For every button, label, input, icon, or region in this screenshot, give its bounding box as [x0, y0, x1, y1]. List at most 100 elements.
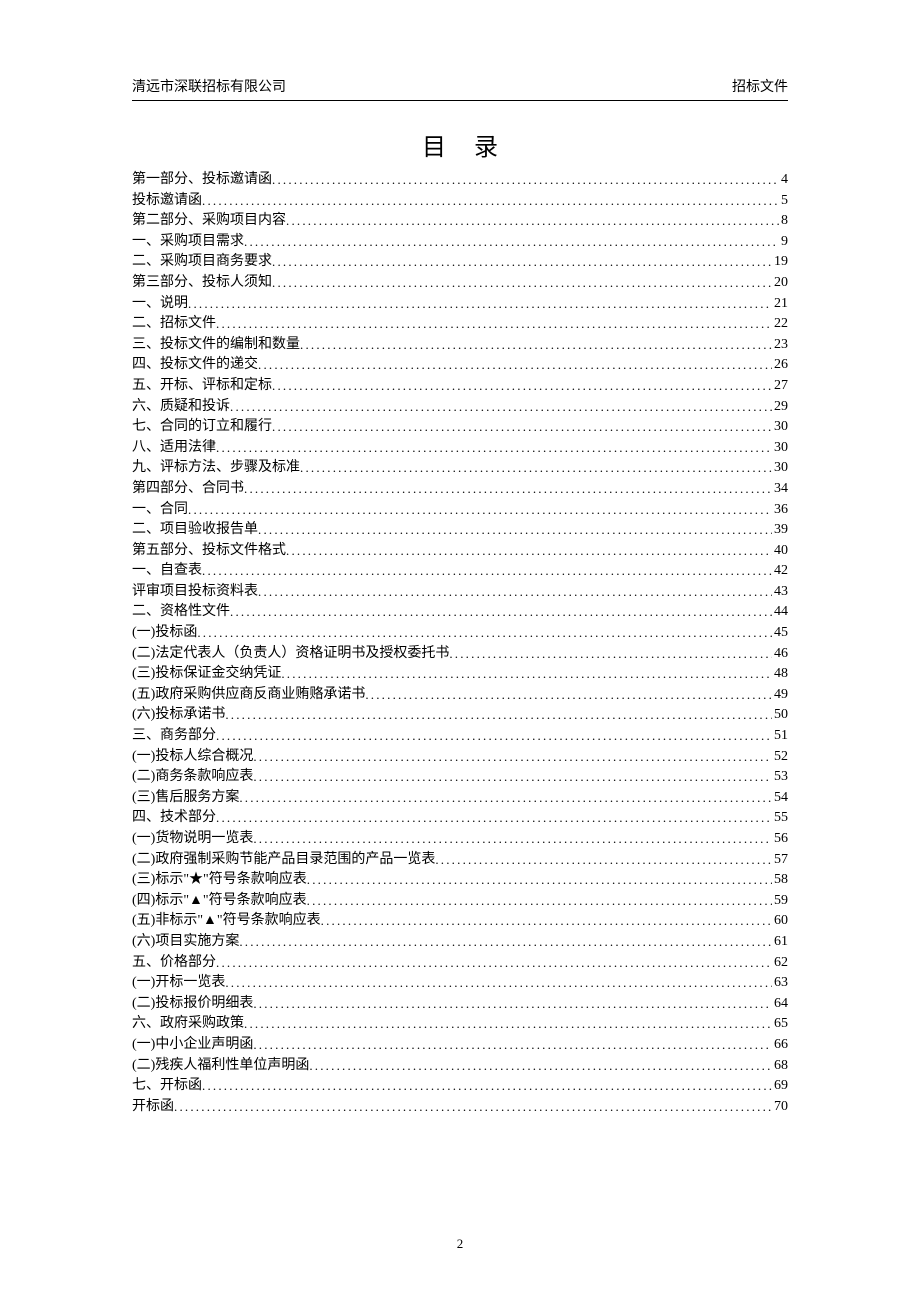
toc-entry-page: 54	[772, 791, 788, 805]
toc-entry-page: 64	[772, 997, 788, 1011]
toc-leader-dots	[244, 1017, 772, 1030]
toc-row: 投标邀请函 5	[132, 193, 788, 208]
toc-row: (四)标示"▲"符号条款响应表59	[132, 893, 788, 908]
toc-leader-dots	[309, 1059, 772, 1072]
toc-entry-label: (一)投标人综合概况	[132, 750, 253, 764]
toc-entry-label: (六)投标承诺书	[132, 708, 225, 722]
toc-leader-dots	[244, 482, 772, 495]
toc-entry-label: (三)标示"★"符号条款响应表	[132, 873, 307, 887]
toc-row: (一)开标一览表63	[132, 975, 788, 990]
header-doc-type: 招标文件	[732, 76, 788, 96]
toc-row: 第一部分、投标邀请函4	[132, 172, 788, 187]
toc-leader-dots	[202, 1079, 772, 1092]
toc-entry-label: 五、价格部分	[132, 956, 216, 970]
toc-row: 第四部分、合同书34	[132, 481, 788, 496]
toc-leader-dots	[188, 503, 772, 516]
toc-row: (三)投标保证金交纳凭证48	[132, 666, 788, 681]
toc-leader-dots	[435, 853, 772, 866]
toc-leader-dots	[253, 832, 772, 845]
page-number: 2	[457, 1236, 464, 1251]
toc-entry-page: 45	[772, 626, 788, 640]
toc-row: (二)政府强制采购节能产品目录范围的产品一览表 57	[132, 852, 788, 867]
toc-entry-page: 43	[772, 585, 788, 599]
toc-row: (五)非标示"▲"符号条款响应表60	[132, 913, 788, 928]
toc-leader-dots	[225, 976, 772, 989]
toc-entry-page: 36	[772, 503, 788, 517]
header-company: 清远市深联招标有限公司	[132, 76, 286, 96]
toc-leader-dots	[365, 688, 772, 701]
toc-entry-label: (二)商务条款响应表	[132, 770, 253, 784]
toc-entry-page: 39	[772, 523, 788, 537]
toc-row: 开标函70	[132, 1099, 788, 1114]
toc-entry-label: (一)投标函	[132, 626, 197, 640]
toc-leader-dots	[300, 461, 772, 474]
toc-title: 目录	[132, 127, 788, 162]
toc-row: 一、自查表42	[132, 563, 788, 578]
toc-row: (一)货物说明一览表56	[132, 831, 788, 846]
toc-entry-label: (二)残疾人福利性单位声明函	[132, 1059, 309, 1073]
toc-row: (二)商务条款响应表 53	[132, 769, 788, 784]
toc-entry-page: 57	[772, 853, 788, 867]
table-of-contents: 第一部分、投标邀请函4 投标邀请函 5 第二部分、采购项目内容 8 一、采购项目需求 9 二、…	[132, 172, 788, 1114]
toc-leader-dots	[253, 1038, 772, 1051]
toc-entry-page: 30	[772, 420, 788, 434]
toc-entry-label: 一、合同	[132, 503, 188, 517]
toc-leader-dots	[258, 585, 772, 598]
toc-row: 一、说明21	[132, 296, 788, 311]
toc-leader-dots	[272, 173, 779, 186]
toc-entry-page: 20	[772, 276, 788, 290]
toc-entry-label: 二、采购项目商务要求	[132, 255, 272, 269]
toc-row: 四、技术部分55	[132, 810, 788, 825]
toc-entry-page: 53	[772, 770, 788, 784]
toc-entry-page: 40	[772, 544, 788, 558]
toc-row: (一)中小企业声明函66	[132, 1037, 788, 1052]
toc-row: (一)投标人综合概况52	[132, 749, 788, 764]
toc-leader-dots	[281, 667, 772, 680]
toc-entry-page: 30	[772, 441, 788, 455]
toc-row: 评审项目投标资料表 43	[132, 584, 788, 599]
toc-row: 二、招标文件22	[132, 316, 788, 331]
page-footer: 2	[0, 1236, 920, 1252]
toc-row: 六、质疑和投诉29	[132, 399, 788, 414]
toc-entry-label: 一、采购项目需求	[132, 235, 244, 249]
toc-entry-page: 55	[772, 811, 788, 825]
toc-entry-label: 投标邀请函	[132, 194, 202, 208]
toc-entry-label: 二、资格性文件	[132, 605, 230, 619]
toc-leader-dots	[216, 441, 772, 454]
toc-leader-dots	[230, 400, 772, 413]
toc-leader-dots	[258, 358, 772, 371]
toc-row: 第三部分、投标人须知20	[132, 275, 788, 290]
toc-row: 六、政府采购政策65	[132, 1016, 788, 1031]
toc-leader-dots	[239, 935, 772, 948]
toc-entry-page: 61	[772, 935, 788, 949]
toc-entry-page: 26	[772, 358, 788, 372]
toc-entry-label: 七、开标函	[132, 1079, 202, 1093]
toc-leader-dots	[449, 647, 772, 660]
toc-leader-dots	[174, 1100, 772, 1113]
toc-entry-page: 23	[772, 338, 788, 352]
toc-row: 八、适用法律30	[132, 440, 788, 455]
toc-entry-page: 27	[772, 379, 788, 393]
toc-entry-label: 第五部分、投标文件格式	[132, 544, 286, 558]
toc-row: (二)残疾人福利性单位声明函68	[132, 1058, 788, 1073]
toc-entry-label: (三)售后服务方案	[132, 791, 239, 805]
toc-leader-dots	[202, 194, 779, 207]
toc-entry-label: 评审项目投标资料表	[132, 585, 258, 599]
toc-entry-page: 9	[779, 235, 788, 249]
toc-entry-label: 第四部分、合同书	[132, 482, 244, 496]
toc-entry-label: (二)政府强制采购节能产品目录范围的产品一览表	[132, 853, 435, 867]
toc-entry-page: 5	[779, 194, 788, 208]
toc-leader-dots	[239, 791, 772, 804]
toc-leader-dots	[272, 276, 772, 289]
toc-entry-label: 六、政府采购政策	[132, 1017, 244, 1031]
toc-entry-page: 21	[772, 297, 788, 311]
toc-entry-label: (五)政府采购供应商反商业贿赂承诺书	[132, 688, 365, 702]
toc-entry-label: (三)投标保证金交纳凭证	[132, 667, 281, 681]
toc-entry-page: 8	[779, 214, 788, 228]
toc-leader-dots	[253, 997, 772, 1010]
toc-row: (六)投标承诺书50	[132, 707, 788, 722]
toc-entry-page: 19	[772, 255, 788, 269]
toc-row: (二)法定代表人（负责人）资格证明书及授权委托书46	[132, 646, 788, 661]
toc-leader-dots	[307, 873, 772, 886]
toc-entry-label: 第二部分、采购项目内容	[132, 214, 286, 228]
